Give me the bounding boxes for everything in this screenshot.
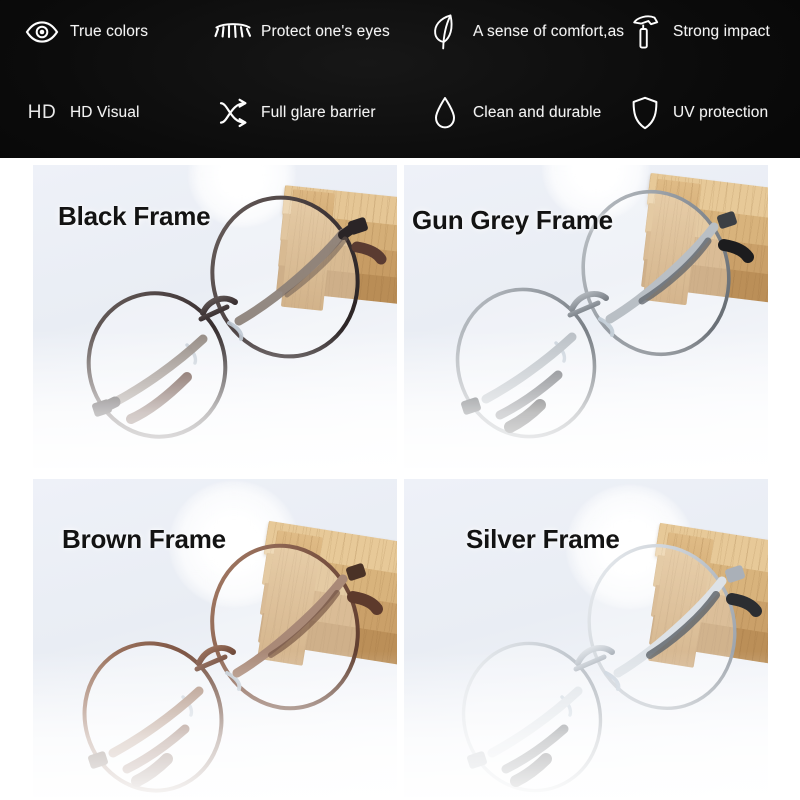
feature-item-clean-durable: Clean and durable: [415, 83, 615, 143]
feature-label: A sense of comfort,as: [473, 23, 625, 40]
eyelash-icon: [213, 12, 253, 52]
product-photo-brown-frame: Brown Frame: [33, 479, 397, 797]
feather-icon: [425, 12, 465, 52]
shield-icon: [625, 93, 665, 133]
feature-item-glare-barrier: Full glare barrier: [205, 83, 415, 143]
feature-label: HD Visual: [70, 104, 140, 121]
frame-label: Black Frame: [58, 201, 211, 231]
product-card-brown-frame[interactable]: Brown Frame: [33, 479, 397, 797]
feature-label: UV protection: [673, 104, 769, 121]
feature-item-comfort: A sense of comfort,as: [415, 2, 624, 62]
eyeglasses-brown-frame: [47, 537, 387, 797]
eyeglasses-black-frame: [57, 195, 387, 445]
hd-text-icon: HD: [27, 102, 57, 123]
eye-icon: [22, 12, 62, 52]
feature-item-hd-visual: HD HD Visual: [0, 83, 205, 143]
frame-label: Silver Frame: [466, 524, 620, 554]
frame-label: Brown Frame: [62, 524, 226, 554]
water-droplet-icon: [425, 93, 465, 133]
shuffle-arrows-icon: [213, 93, 253, 133]
product-grid: Black Frame Gun Grey Frame Brown Frame S…: [33, 165, 768, 797]
product-card-gun-grey-frame[interactable]: Gun Grey Frame: [404, 165, 768, 468]
product-photo-gun-grey-frame: Gun Grey Frame: [404, 165, 768, 468]
feature-label: Full glare barrier: [261, 104, 376, 121]
feature-label: True colors: [70, 23, 149, 40]
hammer-icon: [625, 12, 665, 52]
feature-item-strong-impact: Strong impact: [615, 2, 800, 62]
product-photo-silver-frame: Silver Frame: [404, 479, 768, 797]
product-card-black-frame[interactable]: Black Frame: [33, 165, 397, 468]
feature-row-1: True colors Protect one's eyes A sense o…: [0, 2, 800, 62]
frame-label: Gun Grey Frame: [412, 205, 613, 235]
feature-label: Strong impact: [673, 23, 770, 40]
product-card-silver-frame[interactable]: Silver Frame: [404, 479, 768, 797]
feature-banner: True colors Protect one's eyes A sense o…: [0, 0, 800, 158]
feature-row-2: HD HD Visual Full glare barrier Clean an…: [0, 83, 800, 143]
feature-label: Protect one's eyes: [261, 23, 390, 40]
feature-item-true-colors: True colors: [0, 2, 205, 62]
eyeglasses-silver-frame: [434, 539, 764, 797]
feature-item-protect-eyes: Protect one's eyes: [205, 2, 415, 62]
product-photo-black-frame: Black Frame: [33, 165, 397, 468]
feature-item-uv-protection: UV protection: [615, 83, 800, 143]
feature-label: Clean and durable: [473, 104, 602, 121]
